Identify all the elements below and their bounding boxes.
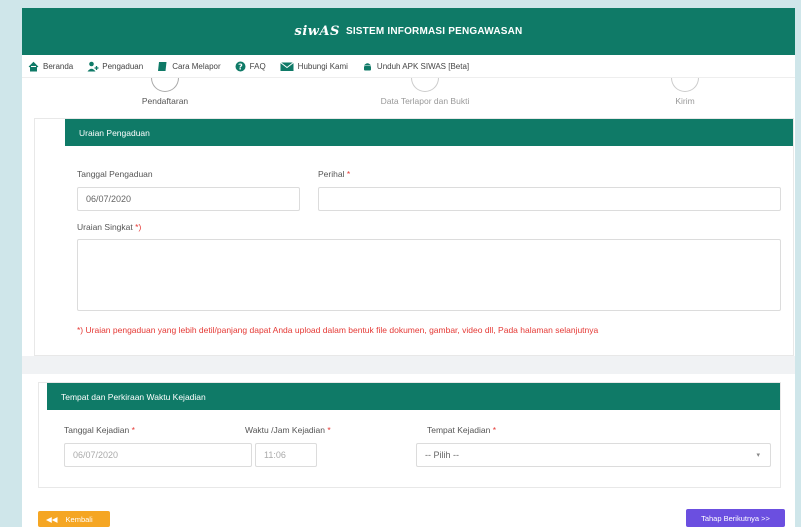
tanggal-kejadian-label-text: Tanggal Kejadian xyxy=(64,425,130,435)
nav-label: Hubungi Kami xyxy=(297,62,348,71)
perihal-field[interactable] xyxy=(318,187,781,211)
tempat-kejadian-selected: -- Pilih -- xyxy=(425,450,459,460)
step-indicator xyxy=(411,78,439,92)
required-mark: * xyxy=(131,425,135,435)
page-frame-right xyxy=(795,0,801,527)
tempat-kejadian-label: Tempat Kejadian * xyxy=(427,425,496,435)
nav-label: FAQ xyxy=(249,62,266,71)
user-add-icon xyxy=(87,61,99,72)
app-header: siwAS SISTEM INFORMASI PENGAWASAN xyxy=(22,8,795,55)
page-frame-left xyxy=(0,0,22,527)
siwas-logo: siwAS xyxy=(294,24,340,39)
back-arrow-icon: ◀◀ xyxy=(46,514,58,524)
step-label: Pendaftaran xyxy=(141,96,189,106)
app-title: SISTEM INFORMASI PENGAWASAN xyxy=(345,26,523,37)
required-mark: * xyxy=(327,425,331,435)
nav-item-faq[interactable]: ? FAQ xyxy=(235,61,266,72)
nav-label: Cara Melapor xyxy=(172,62,221,71)
perihal-label-text: Perihal xyxy=(318,169,345,179)
step-label: Data Terlapor dan Bukti xyxy=(380,96,470,106)
nav-item-hubungi-kami[interactable]: Hubungi Kami xyxy=(279,61,348,72)
perihal-label: Perihal * xyxy=(318,169,350,179)
home-icon xyxy=(28,61,39,72)
nav-item-beranda[interactable]: Beranda xyxy=(28,61,73,72)
step-data-terlapor: Data Terlapor dan Bukti xyxy=(365,78,485,106)
required-mark: * xyxy=(346,169,351,179)
uraian-note: *) Uraian pengaduan yang lebih detil/pan… xyxy=(77,325,599,335)
main-nav: Beranda Pengaduan Cara Melapor ? FAQ Hub… xyxy=(22,56,795,78)
nav-label: Pengaduan xyxy=(102,62,144,71)
waktu-kejadian-label-text: Waktu /Jam Kejadian xyxy=(245,425,325,435)
tanggal-pengaduan-label: Tanggal Pengaduan xyxy=(77,169,153,179)
nav-item-pengaduan[interactable]: Pengaduan xyxy=(87,61,143,72)
nav-item-unduh-apk[interactable]: Unduh APK SIWAS [Beta] xyxy=(362,61,469,72)
envelope-icon xyxy=(279,61,294,72)
book-icon xyxy=(157,61,168,72)
wizard-steps: Pendaftaran Data Terlapor dan Bukti Kiri… xyxy=(30,78,790,118)
uraian-singkat-textarea[interactable] xyxy=(77,239,781,311)
next-step-button[interactable]: Tahap Berikutnya >> xyxy=(686,509,785,527)
nav-item-cara-melapor[interactable]: Cara Melapor xyxy=(157,61,221,72)
uraian-pengaduan-card: Uraian Pengaduan xyxy=(34,118,794,356)
step-pendaftaran: Pendaftaran xyxy=(120,78,210,106)
uraian-card-header: Uraian Pengaduan xyxy=(65,119,793,146)
step-kirim: Kirim xyxy=(660,78,710,106)
tanggal-pengaduan-field[interactable]: 06/07/2020 xyxy=(77,187,300,211)
back-button[interactable]: ◀◀ Kembali xyxy=(38,511,110,527)
question-icon: ? xyxy=(235,61,246,72)
chevron-down-icon: ▾ xyxy=(756,452,760,459)
required-mark: *) xyxy=(135,222,142,232)
step-indicator xyxy=(151,78,179,92)
waktu-kejadian-field[interactable]: 11:06 xyxy=(255,443,317,467)
tanggal-kejadian-field[interactable]: 06/07/2020 xyxy=(64,443,252,467)
kejadian-card-header: Tempat dan Perkiraan Waktu Kejadian xyxy=(47,383,780,410)
android-icon xyxy=(362,61,373,72)
nav-label: Beranda xyxy=(43,62,74,71)
svg-text:?: ? xyxy=(238,62,243,71)
step-indicator xyxy=(671,78,699,92)
kejadian-card: Tempat dan Perkiraan Waktu Kejadian xyxy=(38,382,781,488)
tempat-kejadian-label-text: Tempat Kejadian xyxy=(427,425,491,435)
step-label: Kirim xyxy=(675,96,695,106)
tempat-kejadian-select[interactable]: -- Pilih -- ▾ xyxy=(416,443,771,467)
page-frame-top xyxy=(0,0,801,8)
back-button-label: Kembali xyxy=(65,514,93,524)
uraian-singkat-label: Uraian Singkat *) xyxy=(77,222,141,232)
uraian-singkat-label-text: Uraian Singkat xyxy=(77,222,133,232)
required-mark: * xyxy=(492,425,497,435)
nav-label: Unduh APK SIWAS [Beta] xyxy=(376,62,470,71)
section-separator xyxy=(22,356,795,374)
tanggal-kejadian-label: Tanggal Kejadian * xyxy=(64,425,135,435)
waktu-kejadian-label: Waktu /Jam Kejadian * xyxy=(245,425,331,435)
